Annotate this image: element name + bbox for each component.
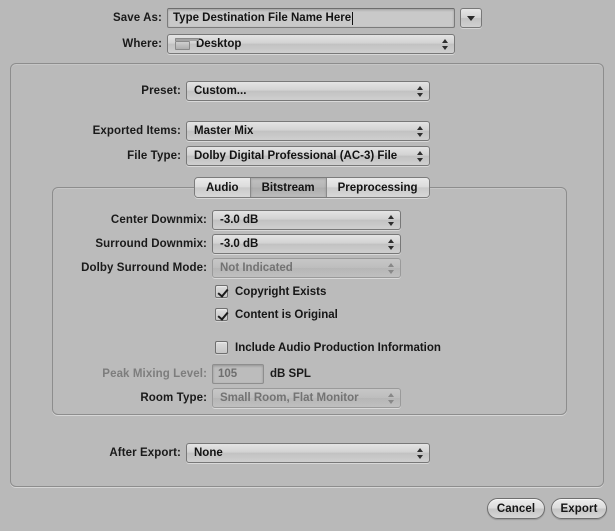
text-caret — [352, 11, 354, 25]
peak-mixing-level-unit: dB SPL — [270, 368, 311, 380]
room-type-popup: Small Room, Flat Monitor — [212, 388, 401, 408]
peak-mixing-level-value: 105 — [218, 368, 238, 380]
file-type-label-wrap: File Type: — [0, 146, 181, 166]
save-as-input[interactable]: Type Destination File Name Here — [167, 8, 455, 28]
popup-arrows-icon — [416, 149, 423, 163]
center-downmix-label: Center Downmix: — [110, 214, 207, 226]
file-type-label: File Type: — [127, 150, 181, 162]
tab-bitstream[interactable]: Bitstream — [250, 178, 327, 197]
popup-arrows-icon — [387, 213, 394, 227]
copyright-exists-label: Copyright Exists — [235, 285, 327, 298]
room-type-label: Room Type: — [140, 392, 207, 404]
include-audio-production-information-checkbox[interactable] — [215, 341, 228, 354]
file-type-popup[interactable]: Dolby Digital Professional (AC-3) File — [186, 146, 430, 166]
where-popup[interactable]: Desktop — [167, 34, 455, 54]
chevron-down-icon — [467, 15, 475, 21]
tab-bitstream-label: Bitstream — [261, 181, 315, 194]
center-downmix-label-wrap: Center Downmix: — [0, 210, 207, 230]
exported-items-popup-value: Master Mix — [194, 125, 254, 137]
exported-items-label: Exported Items: — [92, 125, 181, 137]
peak-mixing-level-label-wrap: Peak Mixing Level: — [0, 364, 207, 384]
copyright-exists-row[interactable]: Copyright Exists — [215, 285, 326, 298]
export-button-label: Export — [560, 502, 598, 515]
surround-downmix-popup[interactable]: -3.0 dB — [212, 234, 401, 254]
exported-items-popup[interactable]: Master Mix — [186, 121, 430, 141]
popup-arrows-icon — [387, 237, 394, 251]
preset-popup[interactable]: Custom... — [186, 81, 430, 101]
exported-items-label-wrap: Exported Items: — [0, 121, 181, 141]
popup-arrows-icon — [416, 84, 423, 98]
room-type-label-wrap: Room Type: — [0, 388, 207, 408]
save-as-label: Save As: — [113, 12, 162, 24]
cancel-button-label: Cancel — [496, 502, 536, 515]
save-as-input-value: Type Destination File Name Here — [173, 12, 352, 24]
surround-downmix-label: Surround Downmix: — [95, 238, 207, 250]
export-dialog: { "dialog": { "save_as": { "label": "Sav… — [0, 0, 615, 531]
popup-arrows-icon — [441, 37, 448, 51]
tab-audio[interactable]: Audio — [195, 178, 251, 197]
after-export-label-wrap: After Export: — [0, 443, 181, 463]
center-downmix-popup-value: -3.0 dB — [220, 214, 259, 226]
save-as-disclosure-button[interactable] — [460, 8, 482, 28]
file-type-popup-value: Dolby Digital Professional (AC-3) File — [194, 150, 398, 162]
preset-label: Preset: — [141, 85, 181, 97]
preset-popup-value: Custom... — [194, 85, 247, 97]
content-is-original-checkbox[interactable] — [215, 308, 228, 321]
tab-preprocessing[interactable]: Preprocessing — [326, 178, 429, 197]
copyright-exists-checkbox[interactable] — [215, 285, 228, 298]
after-export-popup-value: None — [194, 447, 223, 459]
export-button[interactable]: Export — [551, 498, 607, 519]
peak-mixing-level-input: 105 — [212, 364, 264, 384]
dolby-surround-mode-label-wrap: Dolby Surround Mode: — [0, 258, 207, 278]
dolby-surround-mode-popup-value: Not Indicated — [220, 262, 293, 274]
content-is-original-label: Content is Original — [235, 308, 338, 321]
dolby-surround-mode-label: Dolby Surround Mode: — [81, 262, 207, 274]
peak-mixing-level-label: Peak Mixing Level: — [102, 368, 207, 380]
cancel-button[interactable]: Cancel — [487, 498, 545, 519]
preset-label-wrap: Preset: — [0, 81, 181, 101]
folder-icon — [175, 38, 199, 50]
tab-audio-label: Audio — [206, 181, 239, 194]
surround-downmix-popup-value: -3.0 dB — [220, 238, 259, 250]
tab-preprocessing-label: Preprocessing — [337, 181, 418, 194]
popup-arrows-icon — [416, 446, 423, 460]
room-type-popup-value: Small Room, Flat Monitor — [220, 392, 359, 404]
include-audio-production-information-row[interactable]: Include Audio Production Information — [215, 341, 441, 354]
popup-arrows-icon — [387, 261, 394, 275]
tab-bar[interactable]: Audio Bitstream Preprocessing — [194, 177, 430, 198]
where-popup-value: Desktop — [196, 38, 242, 50]
where-label-wrap: Where: — [0, 34, 162, 54]
center-downmix-popup[interactable]: -3.0 dB — [212, 210, 401, 230]
save-as-label-wrap: Save As: — [0, 8, 162, 28]
include-audio-production-information-label: Include Audio Production Information — [235, 341, 441, 354]
popup-arrows-icon — [387, 391, 394, 405]
content-is-original-row[interactable]: Content is Original — [215, 308, 338, 321]
dolby-surround-mode-popup: Not Indicated — [212, 258, 401, 278]
where-label: Where: — [122, 38, 162, 50]
after-export-label: After Export: — [109, 447, 181, 459]
peak-mixing-level-unit-wrap: dB SPL — [270, 364, 311, 384]
popup-arrows-icon — [416, 124, 423, 138]
after-export-popup[interactable]: None — [186, 443, 430, 463]
surround-downmix-label-wrap: Surround Downmix: — [0, 234, 207, 254]
